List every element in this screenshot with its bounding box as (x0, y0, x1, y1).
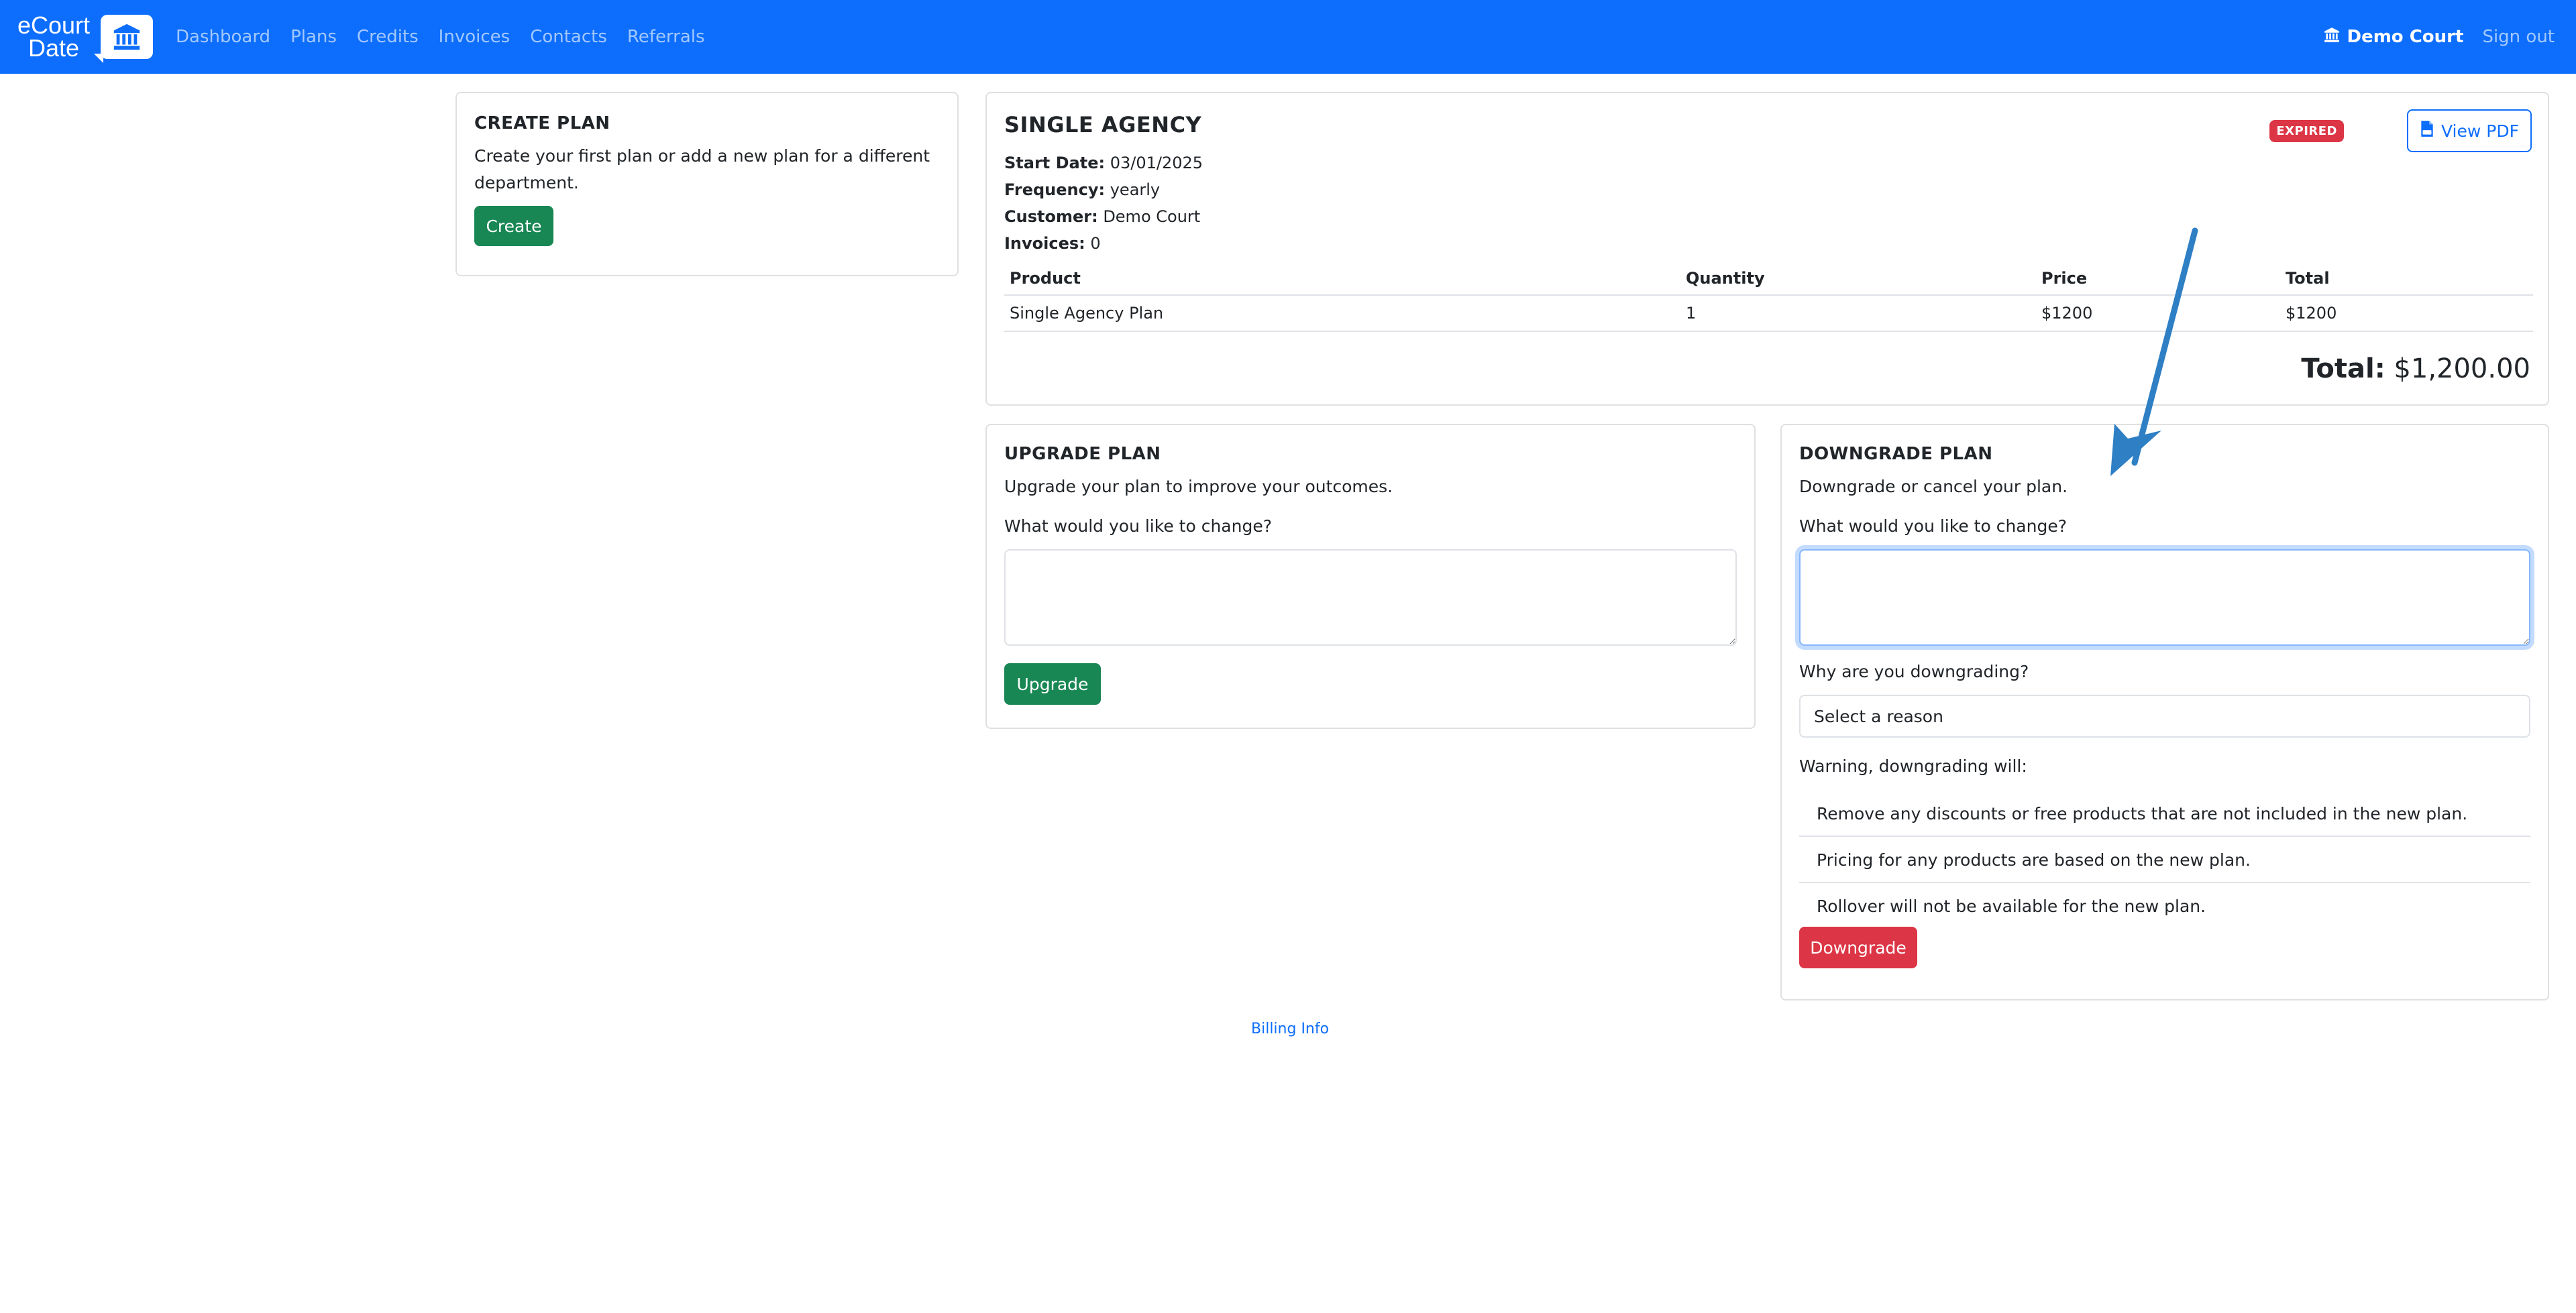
downgrade-reason-label: Why are you downgrading? (1799, 662, 2029, 681)
cell-quantity: 1 (1680, 295, 2036, 332)
table-row: Single Agency Plan 1 $1200 $1200 (1004, 295, 2533, 332)
upgrade-button[interactable]: Upgrade (1004, 663, 1101, 705)
total-value: $1,200.00 (2394, 353, 2530, 384)
arrow-head (2110, 424, 2161, 476)
sign-out-link[interactable]: Sign out (2482, 27, 2555, 47)
list-item: Remove any discounts or free products th… (1799, 791, 2530, 837)
create-plan-title: CREATE PLAN (474, 113, 610, 133)
brand-text: eCourt Date (12, 11, 95, 62)
annotation-arrow (2110, 227, 2198, 476)
list-item: Pricing for any products are based on th… (1799, 837, 2530, 883)
list-item: Rollover will not be available for the n… (1817, 897, 2206, 916)
nav-link-referrals[interactable]: Referrals (627, 27, 705, 47)
status-badge: EXPIRED (2269, 120, 2344, 142)
create-plan-card: CREATE PLAN Create your first plan or ad… (455, 92, 959, 276)
file-pdf-icon (2420, 120, 2434, 141)
top-navbar: eCourt Date Dashboard Plans Credits Invo… (0, 0, 2576, 74)
nav-links: Dashboard Plans Credits Invoices Contact… (176, 0, 725, 74)
warning-list: Remove any discounts or free products th… (1799, 791, 2530, 924)
upgrade-plan-text: Upgrade your plan to improve your outcom… (1004, 477, 1393, 496)
cell-product: Single Agency Plan (1004, 295, 1680, 332)
nav-link-plans[interactable]: Plans (290, 27, 337, 47)
nav-link-contacts[interactable]: Contacts (530, 27, 607, 47)
nav-link-dashboard[interactable]: Dashboard (176, 27, 270, 47)
meta-invoices: Invoices: 0 (1004, 234, 1101, 253)
nav-link-credits[interactable]: Credits (357, 27, 419, 47)
warning-title: Warning, downgrading will: (1799, 756, 2027, 776)
plan-detail-card: SINGLE AGENCY Start Date: 03/01/2025 Fre… (985, 92, 2549, 406)
arrow-shaft (2131, 227, 2198, 466)
meta-frequency: Frequency: yearly (1004, 180, 1161, 199)
plan-products-table: Product Quantity Price Total Single Agen… (1004, 262, 2533, 332)
total-label: Total: (2301, 353, 2385, 384)
col-product: Product (1004, 262, 1680, 296)
upgrade-change-textarea[interactable] (1004, 549, 1737, 646)
courthouse-icon (2323, 26, 2341, 48)
upgrade-plan-title: UPGRADE PLAN (1004, 444, 1161, 464)
downgrade-button[interactable]: Downgrade (1799, 927, 1917, 968)
create-button[interactable]: Create (474, 206, 553, 246)
court-menu[interactable]: Demo Court (2323, 26, 2464, 48)
cell-total: $1200 (2280, 295, 2533, 332)
brand-logo[interactable]: eCourt Date (12, 11, 153, 63)
col-quantity: Quantity (1680, 262, 2036, 296)
reason-selected-value: Select a reason (1814, 706, 1943, 726)
courthouse-icon (94, 15, 153, 63)
upgrade-plan-card: UPGRADE PLAN Upgrade your plan to improv… (985, 424, 1756, 729)
col-total: Total (2280, 262, 2533, 296)
table-header-row: Product Quantity Price Total (1004, 262, 2533, 296)
meta-start-date: Start Date: 03/01/2025 (1004, 154, 1203, 172)
plan-total: Total: $1,200.00 (2301, 353, 2530, 384)
nav-right: Demo Court Sign out (2323, 0, 2555, 74)
view-pdf-button[interactable]: View PDF (2407, 109, 2532, 152)
meta-customer: Customer: Demo Court (1004, 207, 1201, 226)
downgrade-change-textarea[interactable] (1799, 549, 2530, 646)
create-plan-text: Create your first plan or add a new plan… (474, 146, 930, 192)
downgrade-reason-select[interactable]: Select a reason (1799, 695, 2530, 738)
court-name: Demo Court (2347, 27, 2464, 47)
brand-line-2: Date (28, 34, 80, 62)
brand-line-1: eCourt (17, 11, 91, 39)
plan-meta: Start Date: 03/01/2025 Frequency: yearly… (1004, 150, 2530, 257)
nav-link-invoices[interactable]: Invoices (439, 27, 511, 47)
view-pdf-label: View PDF (2441, 121, 2519, 141)
upgrade-change-label: What would you like to change? (1004, 516, 1272, 536)
billing-info-link[interactable]: Billing Info (1251, 1021, 1329, 1037)
